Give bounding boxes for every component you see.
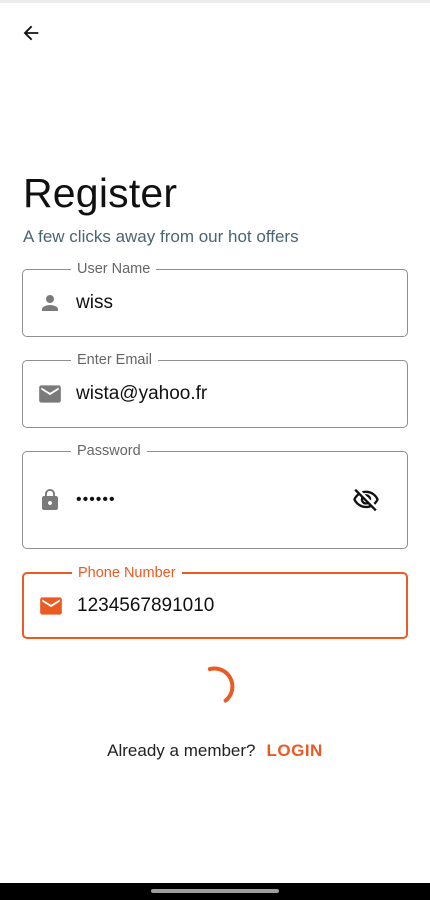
register-screen: Register A few clicks away from our hot … (0, 0, 430, 900)
back-button[interactable] (12, 14, 50, 52)
page-subtitle: A few clicks away from our hot offers (23, 227, 299, 246)
mail-icon (37, 592, 65, 620)
username-label: User Name (71, 260, 157, 278)
username-field[interactable]: User Name wiss (22, 260, 408, 337)
password-input[interactable]: •••••• (76, 491, 347, 509)
phone-input[interactable]: 1234567891010 (77, 595, 346, 617)
system-nav-bar (0, 883, 430, 900)
lock-icon (36, 486, 64, 514)
login-link[interactable]: LOGIN (267, 741, 323, 761)
arrow-left-icon (23, 25, 39, 41)
username-input[interactable]: wiss (76, 292, 347, 314)
login-prompt: Already a member? LOGIN (0, 741, 430, 761)
loading-spinner-icon (207, 666, 235, 703)
page-title: Register (23, 170, 178, 216)
mail-icon (36, 380, 64, 408)
password-visibility-toggle[interactable] (351, 485, 381, 515)
email-input[interactable]: wista@yahoo.fr (76, 383, 347, 405)
status-bar-divider (0, 0, 430, 3)
password-label: Password (71, 442, 147, 460)
password-field[interactable]: Password •••••• (22, 442, 408, 549)
phone-label: Phone Number (72, 564, 182, 582)
email-field[interactable]: Enter Email wista@yahoo.fr (22, 351, 408, 428)
eye-off-icon (353, 488, 379, 512)
already-member-text: Already a member? (107, 741, 256, 760)
person-icon (36, 289, 64, 317)
phone-field[interactable]: Phone Number 1234567891010 (22, 564, 408, 639)
home-gesture-handle[interactable] (151, 889, 279, 893)
email-label: Enter Email (71, 351, 158, 369)
